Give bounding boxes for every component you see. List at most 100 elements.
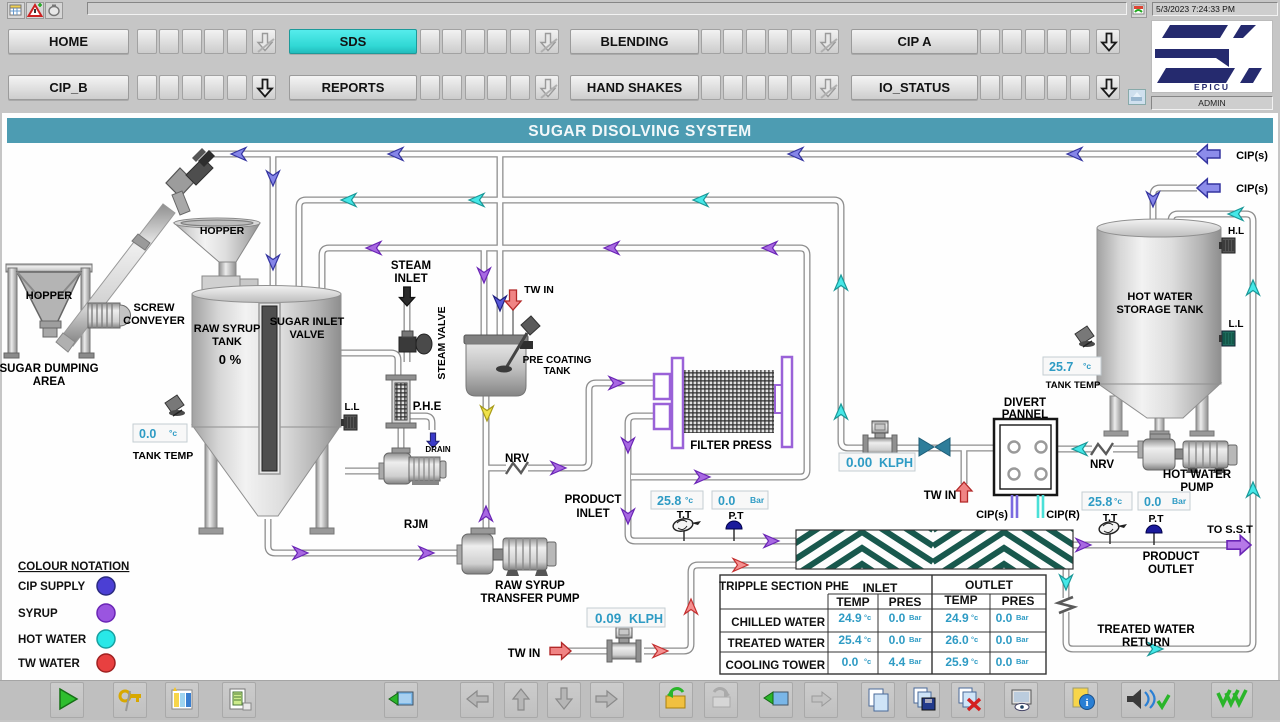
svg-text:TANK: TANK xyxy=(212,336,242,348)
svg-text:0.0: 0.0 xyxy=(718,494,735,508)
svg-text:4.4: 4.4 xyxy=(889,655,906,669)
svg-text:VALVE: VALVE xyxy=(289,329,324,341)
svg-text:Bar: Bar xyxy=(750,495,765,505)
svg-text:P.T: P.T xyxy=(729,510,745,522)
svg-text:CHILLED WATER: CHILLED WATER xyxy=(731,617,825,629)
svg-text:T.T: T.T xyxy=(677,509,692,521)
svg-text:°c: °c xyxy=(864,613,871,622)
svg-text:24.9: 24.9 xyxy=(838,611,862,625)
svg-text:SUGAR DUMPING: SUGAR DUMPING xyxy=(0,363,99,375)
svg-text:25.7: 25.7 xyxy=(1049,360,1073,374)
svg-text:TANK: TANK xyxy=(543,366,571,377)
svg-text:0 %: 0 % xyxy=(219,352,242,367)
svg-text:HOPPER: HOPPER xyxy=(200,225,245,237)
svg-text:0.0: 0.0 xyxy=(996,655,1013,669)
svg-text:HOPPER: HOPPER xyxy=(26,290,73,302)
svg-text:°c: °c xyxy=(971,613,978,622)
svg-text:CIP(R): CIP(R) xyxy=(1046,509,1080,521)
svg-text:AREA: AREA xyxy=(33,376,66,388)
svg-text:Bar: Bar xyxy=(909,613,922,622)
svg-text:OUTLET: OUTLET xyxy=(1148,564,1194,576)
svg-text:NRV: NRV xyxy=(505,453,529,465)
svg-text:°c: °c xyxy=(1114,496,1122,506)
svg-text:25.8: 25.8 xyxy=(657,494,681,508)
svg-text:CONVEYER: CONVEYER xyxy=(123,315,185,327)
svg-text:RJM: RJM xyxy=(404,519,428,531)
svg-text:°c: °c xyxy=(864,635,871,644)
svg-text:TANK TEMP: TANK TEMP xyxy=(1046,380,1101,391)
svg-text:°c: °c xyxy=(1083,361,1091,371)
svg-text:PRODUCT: PRODUCT xyxy=(1143,551,1200,563)
svg-text:SYRUP: SYRUP xyxy=(18,608,58,620)
svg-text:TW IN: TW IN xyxy=(508,648,541,660)
svg-text:TRIPPLE SECTION PHE: TRIPPLE SECTION PHE xyxy=(719,581,849,593)
svg-text:°c: °c xyxy=(169,428,177,438)
svg-text:INLET: INLET xyxy=(863,581,898,595)
svg-text:Bar: Bar xyxy=(909,657,922,666)
svg-text:TO S.S.T: TO S.S.T xyxy=(1207,524,1253,536)
svg-text:FILTER PRESS: FILTER PRESS xyxy=(690,440,772,452)
svg-text:RETURN: RETURN xyxy=(1122,637,1170,649)
svg-text:P.T: P.T xyxy=(1149,513,1165,525)
svg-text:DIVERT: DIVERT xyxy=(1004,397,1046,409)
svg-text:°c: °c xyxy=(864,657,871,666)
svg-text:PRES: PRES xyxy=(889,595,922,609)
svg-text:H.L: H.L xyxy=(1228,226,1244,237)
svg-text:TREATED WATER: TREATED WATER xyxy=(728,638,826,650)
svg-text:°c: °c xyxy=(685,495,693,505)
svg-text:Bar: Bar xyxy=(1172,496,1187,506)
svg-text:Bar: Bar xyxy=(1016,613,1029,622)
svg-text:CIP(s): CIP(s) xyxy=(1236,150,1268,162)
svg-text:HOT WATER: HOT WATER xyxy=(1163,469,1232,481)
svg-text:TW WATER: TW WATER xyxy=(18,658,80,670)
svg-text:°c: °c xyxy=(971,635,978,644)
svg-text:SUGAR DISOLVING SYSTEM: SUGAR DISOLVING SYSTEM xyxy=(528,123,751,140)
svg-text:SCREW: SCREW xyxy=(134,302,176,314)
svg-text:24.9: 24.9 xyxy=(945,611,969,625)
svg-text:CIP(s): CIP(s) xyxy=(976,509,1008,521)
svg-text:Bar: Bar xyxy=(909,635,922,644)
svg-text:TRANSFER PUMP: TRANSFER PUMP xyxy=(480,593,579,605)
svg-text:26.0: 26.0 xyxy=(945,633,969,647)
svg-text:0.0: 0.0 xyxy=(139,427,156,441)
svg-text:PRODUCT: PRODUCT xyxy=(565,494,622,506)
svg-text:KLPH: KLPH xyxy=(879,456,913,470)
svg-text:0.0: 0.0 xyxy=(1144,495,1161,509)
svg-text:STEAM VALVE: STEAM VALVE xyxy=(436,306,448,379)
svg-text:RAW SYRUP: RAW SYRUP xyxy=(194,323,261,335)
svg-text:25.8: 25.8 xyxy=(1088,495,1112,509)
svg-text:CIP SUPPLY: CIP SUPPLY xyxy=(18,581,85,593)
svg-text:T.T: T.T xyxy=(1103,512,1118,524)
svg-text:COOLING TOWER: COOLING TOWER xyxy=(726,660,826,672)
svg-text:Bar: Bar xyxy=(1016,635,1029,644)
svg-text:0.00: 0.00 xyxy=(846,455,872,470)
svg-text:0.0: 0.0 xyxy=(996,611,1013,625)
svg-text:EPICU: EPICU xyxy=(1194,82,1230,92)
svg-text:Bar: Bar xyxy=(1016,657,1029,666)
svg-text:PRE COATING: PRE COATING xyxy=(523,355,592,366)
svg-text:0.0: 0.0 xyxy=(889,633,906,647)
svg-text:PANNEL: PANNEL xyxy=(1002,409,1048,421)
svg-text:TW IN: TW IN xyxy=(924,490,957,502)
svg-text:0.0: 0.0 xyxy=(842,655,859,669)
svg-text:L.L: L.L xyxy=(345,402,360,413)
svg-text:KLPH: KLPH xyxy=(629,612,663,626)
svg-text:TEMP: TEMP xyxy=(944,593,977,607)
svg-text:OUTLET: OUTLET xyxy=(965,578,1014,592)
svg-text:25.9: 25.9 xyxy=(945,655,969,669)
svg-text:L.L: L.L xyxy=(1229,319,1244,330)
svg-text:25.4: 25.4 xyxy=(838,633,862,647)
svg-text:HOT WATER: HOT WATER xyxy=(18,634,87,646)
svg-text:STEAM: STEAM xyxy=(391,260,431,272)
svg-text:TREATED WATER: TREATED WATER xyxy=(1097,624,1195,636)
svg-text:COLOUR NOTATION: COLOUR NOTATION xyxy=(18,561,129,573)
svg-text:TW IN: TW IN xyxy=(524,284,554,296)
svg-text:INLET: INLET xyxy=(394,273,427,285)
svg-text:P.H.E: P.H.E xyxy=(413,401,442,413)
svg-text:RAW SYRUP: RAW SYRUP xyxy=(495,580,565,592)
svg-text:0.09: 0.09 xyxy=(595,611,621,626)
svg-text:NRV: NRV xyxy=(1090,459,1114,471)
svg-text:i: i xyxy=(1085,697,1088,709)
svg-text:TANK TEMP: TANK TEMP xyxy=(133,450,193,462)
svg-text:HOT WATER: HOT WATER xyxy=(1127,291,1192,303)
